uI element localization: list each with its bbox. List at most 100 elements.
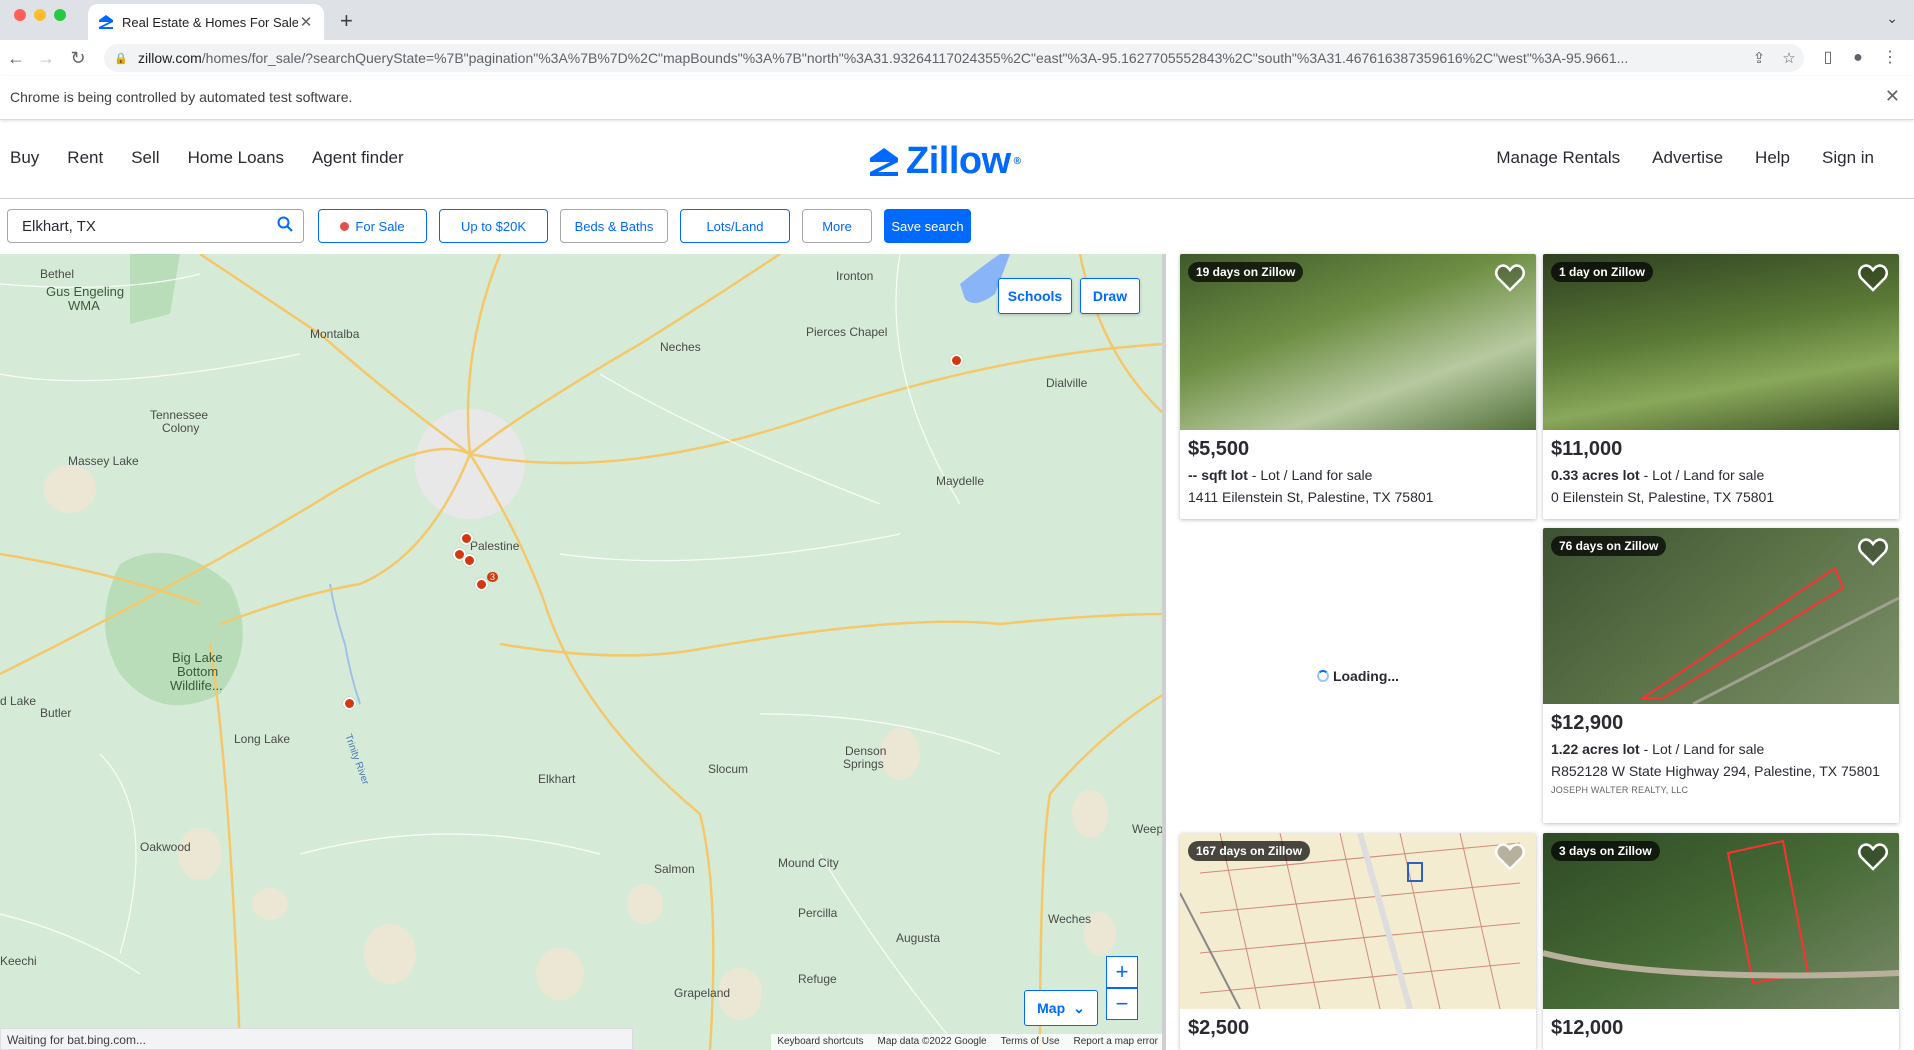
listing-photo[interactable]: 3 days on Zillow: [1543, 833, 1899, 1009]
listing-broker: JOSEPH WALTER REALTY, LLC: [1551, 785, 1689, 795]
zillow-wordmark: Zillow: [906, 140, 1011, 182]
sidebar-icon[interactable]: ▯: [1816, 46, 1840, 70]
close-window-button[interactable]: [14, 9, 26, 21]
map-type-dropdown[interactable]: Map ⌄: [1024, 990, 1098, 1026]
listing-photo[interactable]: 1 day on Zillow: [1543, 254, 1899, 430]
nav-manage-rentals[interactable]: Manage Rentals: [1496, 148, 1620, 168]
schools-button[interactable]: Schools: [998, 278, 1072, 314]
listing-card[interactable]: 167 days on Zillow $2,500: [1180, 833, 1536, 1050]
beds-baths-label: Beds & Baths: [574, 218, 654, 234]
home-type-filter-button[interactable]: Lots/Land: [680, 209, 790, 243]
listing-lot-size: 0.33 acres lot: [1551, 467, 1640, 483]
map-label-maydelle: Maydelle: [936, 474, 985, 488]
location-search-input[interactable]: Elkhart, TX: [7, 209, 304, 243]
minimize-window-button[interactable]: [34, 9, 46, 21]
listing-card[interactable]: 3 days on Zillow $12,000: [1543, 833, 1899, 1050]
share-icon[interactable]: ⇪: [1744, 49, 1774, 67]
address-bar[interactable]: 🔒 zillow.com/homes/for_sale/?searchQuery…: [104, 44, 1804, 72]
back-arrow-icon[interactable]: ←: [4, 46, 28, 70]
listing-card[interactable]: 19 days on Zillow $5,500 -- sqft lot - L…: [1180, 254, 1536, 519]
more-filters-button[interactable]: More: [802, 209, 872, 243]
nav-home-loans[interactable]: Home Loans: [188, 148, 284, 168]
price-filter-button[interactable]: Up to $20K: [439, 209, 548, 243]
search-icon[interactable]: [267, 216, 303, 236]
secondary-nav: Manage Rentals Advertise Help Sign in: [1496, 148, 1874, 168]
map-label-refuge: Refuge: [798, 972, 837, 986]
bookmark-star-icon[interactable]: ☆: [1774, 49, 1804, 67]
nav-buy[interactable]: Buy: [10, 148, 39, 168]
listing-photo[interactable]: 167 days on Zillow: [1180, 833, 1536, 1009]
beds-baths-filter-button[interactable]: Beds & Baths: [560, 209, 668, 243]
map-label-weep: Weep: [1132, 822, 1164, 836]
map-label-butler: Butler: [40, 706, 72, 720]
search-value: Elkhart, TX: [22, 217, 96, 235]
listing-photo[interactable]: 76 days on Zillow: [1543, 528, 1899, 704]
listing-address[interactable]: R852128 W State Highway 294, Palestine, …: [1551, 763, 1891, 779]
map-label-tennessee: Tennessee: [150, 408, 209, 422]
zoom-out-button[interactable]: −: [1106, 988, 1138, 1020]
listing-lot-size: -- sqft lot: [1188, 467, 1248, 483]
nav-help[interactable]: Help: [1755, 148, 1790, 168]
browser-titlebar: Real Estate & Homes For Sale ✕ + ⌄: [0, 0, 1914, 40]
terms-of-use-link[interactable]: Terms of Use: [1001, 1036, 1060, 1048]
listing-photo[interactable]: 19 days on Zillow: [1180, 254, 1536, 430]
listing-pin[interactable]: [950, 354, 963, 367]
listing-card[interactable]: 76 days on Zillow $12,900 1.22 acres lot…: [1543, 528, 1899, 823]
heart-icon[interactable]: [1494, 262, 1526, 294]
map-label-palestine: Palestine: [470, 539, 520, 553]
tab-close-icon[interactable]: ✕: [298, 13, 314, 31]
url-text: zillow.com/homes/for_sale/?searchQuerySt…: [138, 50, 1744, 66]
nav-sell[interactable]: Sell: [131, 148, 159, 168]
reload-icon[interactable]: ↻: [66, 46, 90, 70]
forward-arrow-icon[interactable]: →: [34, 46, 58, 70]
maximize-window-button[interactable]: [54, 9, 66, 21]
map-label-montalba: Montalba: [310, 327, 360, 341]
listing-address[interactable]: 1411 Eilenstein St, Palestine, TX 75801: [1188, 489, 1528, 505]
zillow-logo[interactable]: Zillow ®: [868, 140, 1021, 183]
for-sale-filter-button[interactable]: For Sale: [318, 209, 427, 243]
map-label-augusta: Augusta: [896, 931, 941, 945]
heart-icon[interactable]: [1857, 841, 1889, 873]
listing-address[interactable]: 0 Eilenstein St, Palestine, TX 75801: [1551, 489, 1891, 505]
days-on-zillow-badge: 19 days on Zillow: [1188, 262, 1304, 282]
map-label-salmon: Salmon: [654, 862, 695, 876]
heart-icon[interactable]: [1857, 536, 1889, 568]
tab-search-chevron-icon[interactable]: ⌄: [1886, 10, 1898, 27]
lock-icon: 🔒: [114, 52, 128, 65]
listing-pin[interactable]: [463, 554, 476, 567]
heart-icon[interactable]: [1494, 841, 1526, 873]
zillow-logo-icon: [870, 147, 898, 176]
listing-pin[interactable]: [475, 578, 488, 591]
listing-lot-size: 1.22 acres lot: [1551, 741, 1640, 757]
infobar-close-icon[interactable]: ✕: [1885, 86, 1900, 107]
keyboard-shortcuts-link[interactable]: Keyboard shortcuts: [777, 1036, 863, 1048]
nav-advertise[interactable]: Advertise: [1652, 148, 1723, 168]
map-canvas[interactable]: Bethel Gus Engeling WMA Ironton Montalba…: [0, 254, 1164, 1050]
heart-icon[interactable]: [1857, 262, 1889, 294]
map-label-bethel: Bethel: [40, 267, 75, 281]
map-list-divider[interactable]: [1162, 254, 1166, 1050]
listing-pin[interactable]: [343, 697, 356, 710]
map-label-ironton: Ironton: [836, 269, 874, 283]
listing-type: - Lot / Land for sale: [1639, 741, 1765, 757]
infobar-message: Chrome is being controlled by automated …: [10, 89, 353, 105]
loading-text: Loading...: [1332, 667, 1400, 684]
listing-details: -- sqft lot - Lot / Land for sale: [1188, 467, 1528, 483]
draw-button[interactable]: Draw: [1080, 278, 1140, 314]
map-label-weches: Weches: [1048, 912, 1092, 926]
save-search-button[interactable]: Save search: [884, 209, 971, 243]
listing-pin[interactable]: [460, 532, 473, 545]
pin-cluster-count[interactable]: 3: [487, 572, 499, 582]
nav-sign-in[interactable]: Sign in: [1822, 148, 1874, 168]
profile-avatar-icon[interactable]: ●: [1846, 46, 1870, 70]
browser-tab-active[interactable]: Real Estate & Homes For Sale ✕: [88, 4, 324, 40]
report-map-error-link[interactable]: Report a map error: [1074, 1036, 1158, 1048]
nav-agent-finder[interactable]: Agent finder: [312, 148, 404, 168]
map-label-long-lake: Long Lake: [234, 732, 291, 746]
browser-menu-icon[interactable]: ⋮: [1878, 46, 1902, 70]
new-tab-button[interactable]: +: [340, 8, 353, 34]
nav-rent[interactable]: Rent: [67, 148, 103, 168]
zoom-in-button[interactable]: +: [1106, 956, 1138, 988]
listing-card[interactable]: 1 day on Zillow $11,000 0.33 acres lot -…: [1543, 254, 1899, 519]
tab-title: Real Estate & Homes For Sale: [122, 14, 298, 30]
